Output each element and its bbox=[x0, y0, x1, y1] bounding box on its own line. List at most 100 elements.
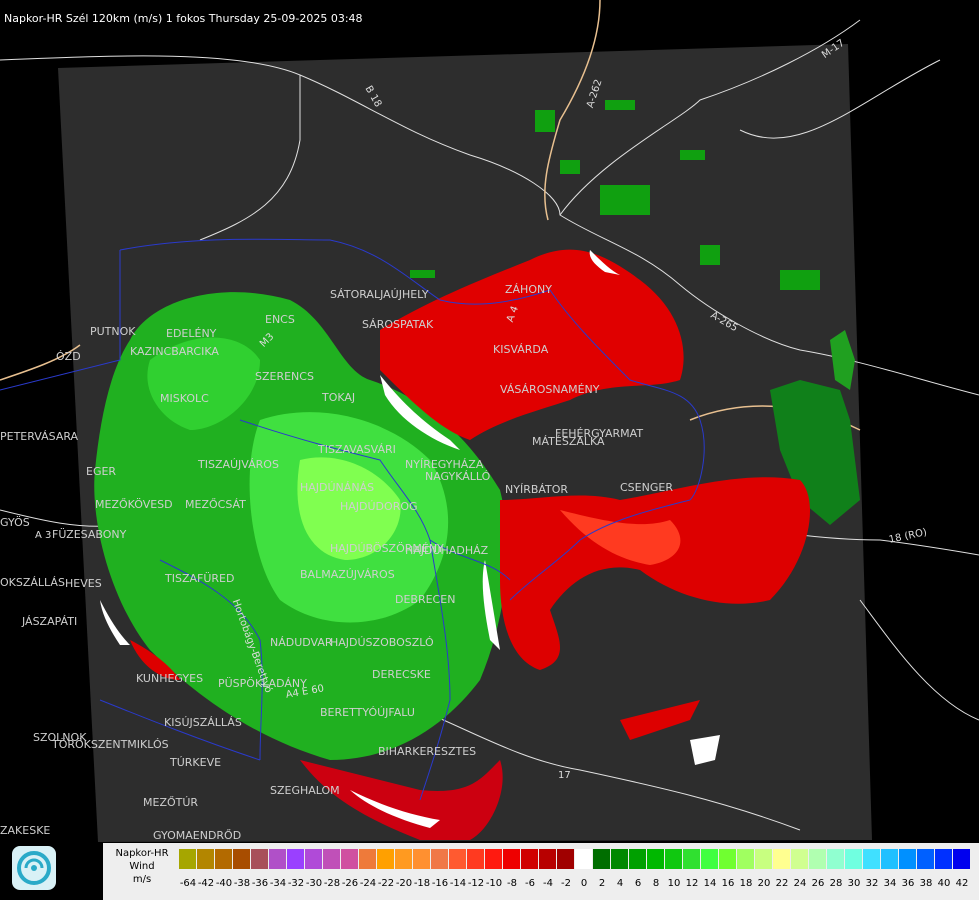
place-label: KAZINCBARCIKA bbox=[130, 345, 219, 358]
legend-swatch bbox=[341, 849, 358, 869]
legend-label: Napkor-HR Wind m/s bbox=[103, 843, 181, 900]
place-label: EGER bbox=[86, 465, 117, 478]
place-label: GYÖS bbox=[0, 516, 30, 529]
legend-swatch bbox=[593, 849, 610, 869]
legend-line1: Napkor-HR bbox=[115, 848, 169, 859]
place-label: NÁDUDVAR bbox=[270, 636, 333, 649]
place-label: TISZAÚJVÁROS bbox=[198, 458, 279, 471]
legend-tick-label: 42 bbox=[955, 878, 969, 889]
legend-swatch bbox=[251, 849, 268, 869]
place-label: NYÍRBÁTOR bbox=[505, 483, 569, 496]
place-label: BALMAZÚJVÁROS bbox=[300, 568, 395, 581]
legend-swatch bbox=[359, 849, 376, 869]
legend-swatch bbox=[413, 849, 430, 869]
place-label: HEVES bbox=[65, 577, 102, 590]
place-label: CSENGER bbox=[620, 481, 673, 494]
legend-swatch bbox=[773, 849, 790, 869]
place-label: MEZŐKÖVESD bbox=[95, 498, 173, 511]
legend-swatch bbox=[899, 849, 916, 869]
place-label: TÖRÖKSZENTMIKLÓS bbox=[52, 738, 169, 751]
legend-swatch bbox=[881, 849, 898, 869]
road-label: A 3 bbox=[35, 530, 52, 541]
place-label: HAJDÚSZOBOSZLÓ bbox=[330, 636, 434, 649]
legend-swatch bbox=[683, 849, 700, 869]
place-label: KISVÁRDA bbox=[493, 343, 549, 356]
place-label: JÁSZAPÁTI bbox=[22, 615, 78, 628]
legend-swatch bbox=[449, 849, 466, 869]
legend-swatch bbox=[377, 849, 394, 869]
legend-swatch bbox=[665, 849, 682, 869]
legend-swatch bbox=[737, 849, 754, 869]
legend-swatch bbox=[611, 849, 628, 869]
legend-swatch bbox=[269, 849, 286, 869]
place-label: ZÁHONY bbox=[505, 283, 552, 296]
place-label: OKSZÁLLÁS bbox=[0, 576, 65, 589]
road-label: 17 bbox=[558, 770, 571, 781]
legend-swatch bbox=[917, 849, 934, 869]
place-label: BERETTYÓÚJFALU bbox=[320, 706, 415, 719]
legend-swatch bbox=[233, 849, 250, 869]
place-label: TISZAFÜRED bbox=[165, 572, 235, 585]
place-label: SZERENCS bbox=[255, 370, 314, 383]
place-label: TISZAVASVÁRI bbox=[318, 443, 396, 456]
map-title: Napkor-HR Szél 120km (m/s) 1 fokos Thurs… bbox=[4, 12, 363, 25]
place-label: TÚRKEVE bbox=[170, 756, 222, 769]
legend-swatch bbox=[395, 849, 412, 869]
place-label: FEHÉRGYARMAT bbox=[555, 427, 644, 440]
place-label: ZAKESKE bbox=[0, 824, 51, 837]
legend-swatch bbox=[629, 849, 646, 869]
place-label: FÜZESABONY bbox=[52, 528, 127, 541]
place-label: KUNHEGYES bbox=[136, 672, 204, 685]
place-label: ÓZD bbox=[56, 350, 81, 363]
legend-swatch bbox=[323, 849, 340, 869]
legend-swatch bbox=[647, 849, 664, 869]
color-legend: Napkor-HR Wind m/s -64 -42 -40 -38 -36 -34 -32… bbox=[103, 843, 979, 900]
place-label: VÁSÁROSNAMÉNY bbox=[500, 383, 600, 396]
legend-swatch bbox=[791, 849, 808, 869]
legend-swatch bbox=[215, 849, 232, 869]
legend-swatch bbox=[809, 849, 826, 869]
legend-swatch bbox=[935, 849, 952, 869]
place-label: PUTNOK bbox=[90, 325, 136, 338]
place-label: MEZŐCSÁT bbox=[185, 498, 246, 511]
place-label: BIHARKERESZTES bbox=[378, 745, 477, 758]
legend-swatch bbox=[305, 849, 322, 869]
legend-swatch bbox=[539, 849, 556, 869]
legend-swatch bbox=[719, 849, 736, 869]
place-label: HAJDÚHADHÁZ bbox=[405, 544, 489, 557]
place-label: HAJDÚNÁNÁS bbox=[300, 481, 375, 494]
radar-map bbox=[0, 0, 979, 842]
legend-swatch bbox=[431, 849, 448, 869]
place-label: DERECSKE bbox=[372, 668, 431, 681]
legend-swatch bbox=[467, 849, 484, 869]
legend-swatch bbox=[953, 849, 970, 869]
legend-swatch bbox=[485, 849, 502, 869]
legend-swatch bbox=[701, 849, 718, 869]
place-label: SÁTORALJAÚJHELY bbox=[330, 288, 429, 301]
place-label: KISÚJSZÁLLÁS bbox=[164, 716, 242, 729]
legend-swatch bbox=[557, 849, 574, 869]
place-label: TOKAJ bbox=[322, 391, 356, 404]
legend-swatch bbox=[197, 849, 214, 869]
legend-swatch bbox=[287, 849, 304, 869]
legend-line3: m/s bbox=[132, 874, 152, 885]
place-label: SZEGHALOM bbox=[270, 784, 340, 797]
place-label: GYOMAENDRŐD bbox=[153, 829, 242, 842]
place-label: MISKOLC bbox=[160, 392, 209, 405]
legend-swatch bbox=[179, 849, 196, 869]
place-label: ENCS bbox=[265, 313, 295, 326]
place-label: HAJDÚDOROG bbox=[340, 500, 418, 513]
legend-line2: Wind bbox=[129, 861, 155, 872]
legend-swatch bbox=[503, 849, 520, 869]
place-label: MEZŐTÚR bbox=[143, 796, 199, 809]
legend-swatch bbox=[827, 849, 844, 869]
legend-swatch bbox=[755, 849, 772, 869]
legend-swatch bbox=[575, 849, 592, 869]
legend-swatch bbox=[845, 849, 862, 869]
place-label: DEBRECEN bbox=[395, 593, 456, 606]
napkor-logo-icon bbox=[12, 846, 56, 890]
place-label: PETERVÁSARA bbox=[0, 430, 79, 443]
place-label: EDELÉNY bbox=[166, 327, 217, 340]
place-label: SÁROSPATAK bbox=[362, 318, 434, 331]
legend-swatch bbox=[863, 849, 880, 869]
